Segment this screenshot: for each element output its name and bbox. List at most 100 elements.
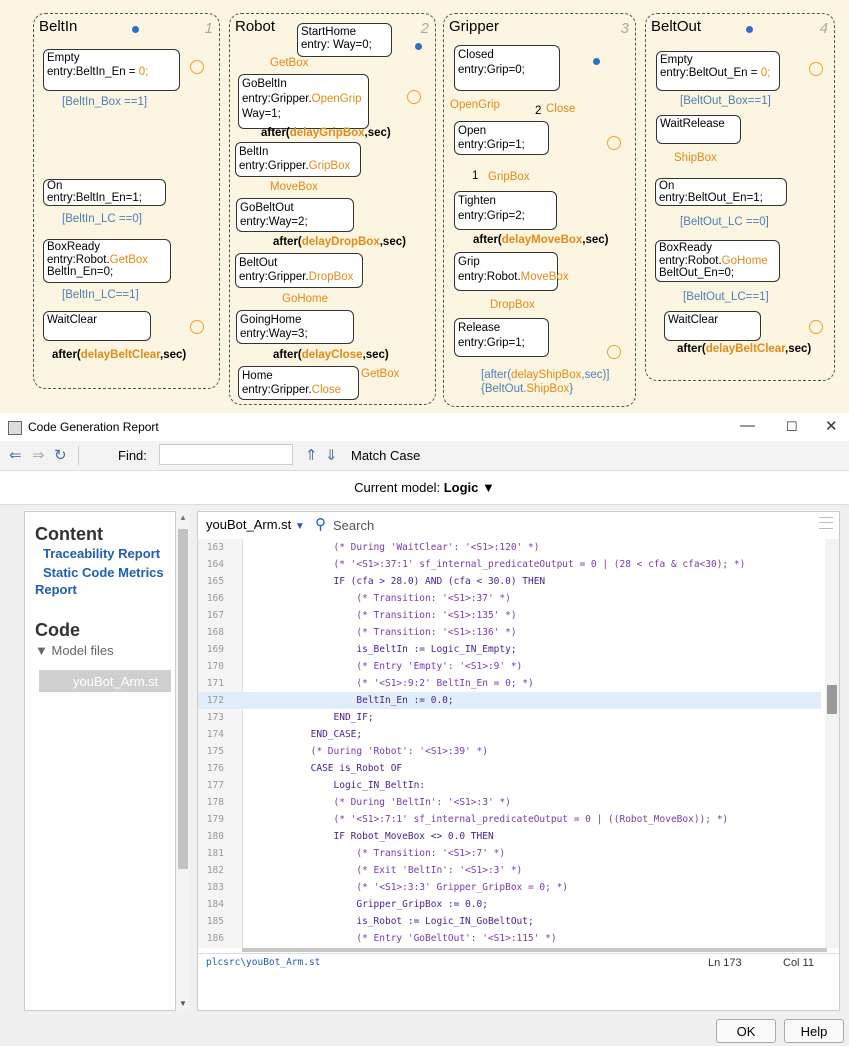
state-on-out[interactable]: On entry:BeltOut_En=1; [655,178,787,206]
code-text: (* During 'BeltIn': '<S1>:3' *) [242,797,511,808]
scroll-up-icon[interactable]: ▲ [179,513,187,522]
state-entry-2: BeltOut_En=0; [659,267,735,279]
after-end: ,sec) [379,236,406,248]
model-files-node[interactable]: ▼ Model files [35,643,114,658]
state-empty-out[interactable]: Empty entry:BeltOut_En = 0; [656,51,780,91]
line-number: 183 [206,882,224,893]
state-gobeltin[interactable]: GoBeltIn entry:Gripper.OpenGrip Way=1; [238,74,369,129]
state-entry: entry:Robot. [659,254,722,267]
after-end: ,sec) [362,349,389,361]
file-selector[interactable]: youBot_Arm.st ▼ [206,517,305,532]
maximize-icon[interactable]: ☐ [786,419,798,435]
state-entry: entry:Grip=0; [458,64,525,76]
find-toolbar: ⇐ ⇒ ↻ Find: ⇑ ⇓ Match Case [0,441,849,471]
state-gobeltout[interactable]: GoBeltOut entry:Way=2; [236,198,354,232]
state-empty[interactable]: Empty entry:BeltIn_En = 0; [43,49,180,91]
back-arrow-icon[interactable]: ⇐ [9,446,22,464]
superstate-title: BeltOut [651,18,702,35]
state-boxready[interactable]: BoxReady entry:Robot.GetBox BeltIn_En=0; [43,239,171,283]
close-icon[interactable]: ✕ [825,417,838,435]
ok-button[interactable]: OK [716,1019,776,1043]
state-beltin[interactable]: BeltIn entry:Gripper.GripBox [235,142,361,177]
sidebar-scrollbar[interactable]: ▲ ▼ [176,511,190,1011]
state-entry: entry:Robot. [47,253,110,266]
file-item-selected[interactable]: youBot_Arm.st [39,670,171,692]
t-after-arg: delayShipBox [511,369,582,381]
menu-icon[interactable] [819,517,833,529]
search-input[interactable]: Search [333,518,374,533]
junction [809,320,823,334]
state-name: Release [458,322,501,334]
state-on[interactable]: On entry:BeltIn_En=1; [43,179,166,206]
code-text: (* Exit 'BeltIn': '<S1>:3' *) [242,865,523,876]
match-case-option[interactable]: Match Case [351,448,420,463]
state-name: BeltOut [239,257,278,269]
transition-priority: 2 [535,105,542,117]
search-icon[interactable]: ⚲ [315,515,326,533]
state-goinghome[interactable]: GoingHome entry:Way=3; [236,310,354,344]
t-action-arg: ShipBox [526,383,570,395]
junction [190,320,204,334]
code-text: (* During 'Robot': '<S1>:39' *) [242,746,488,757]
after-end: ,sec) [364,127,391,139]
line-number: 172 [206,695,224,706]
scroll-thumb[interactable] [178,529,188,869]
state-starthome[interactable]: StartHome entry: Way=0; [297,23,392,57]
help-button[interactable]: Help [784,1019,844,1043]
after-text: after( [273,236,302,248]
find-up-icon[interactable]: ⇑ [305,446,318,464]
state-closed[interactable]: Closed entry:Grip=0; [454,45,560,91]
code-text: Gripper_GripBox := 0.0; [242,899,488,910]
scroll-down-icon[interactable]: ▼ [179,999,187,1008]
forward-arrow-icon[interactable]: ⇒ [32,446,45,464]
stateflow-chart: BeltIn 1 Empty entry:BeltIn_En = 0; [Bel… [0,0,849,413]
state-waitclear-out[interactable]: WaitClear [664,311,761,341]
transition-label: [BeltIn_Box ==1] [62,96,148,108]
code-scroll-thumb[interactable] [827,685,837,714]
state-beltout[interactable]: BeltOut entry:Gripper.DropBox [235,253,363,288]
after-text: after( [273,349,302,361]
state-waitrelease[interactable]: WaitRelease [656,115,741,144]
state-release[interactable]: Release entry:Grip=1; [454,318,549,357]
after-text: after( [261,127,290,139]
app-icon [8,421,22,435]
find-down-icon[interactable]: ⇓ [325,446,338,464]
code-scrollbar[interactable] [825,539,839,948]
code-line: 170 (* Entry 'Empty': '<S1>:9' *) [198,658,821,675]
code-text: END_IF; [242,712,374,723]
minimize-icon[interactable]: — [740,417,755,434]
state-entry-event: Close [311,384,342,396]
state-entry: entry:Gripper. [239,160,309,172]
code-line: 168 (* Transition: '<S1>:136' *) [198,624,821,641]
state-grip[interactable]: Grip entry:Robot.MoveBox [454,252,569,291]
state-home[interactable]: Home entry:Gripper.Close [238,366,359,400]
chevron-down-icon: ▼ [294,521,305,532]
after-text: after( [677,343,706,355]
expand-icon: ▼ [35,643,48,658]
state-tighten[interactable]: Tighten entry:Grip=2; [454,191,557,230]
find-input[interactable] [159,444,293,465]
code-line: 177 Logic_IN_BeltIn: [198,777,821,794]
t-after: [after( [481,369,512,381]
state-boxready-out[interactable]: BoxReady entry:Robot.GoHome BeltOut_En=0… [655,240,780,282]
code-line: 179 (* '<S1>:7:1' sf_internal_predicateO… [198,811,821,828]
line-number: 166 [206,593,224,604]
transition-label: GetBox [270,57,309,69]
state-entry-event: MoveBox [520,271,569,283]
horizontal-scrollbar[interactable] [242,948,827,952]
find-label: Find: [118,448,147,463]
default-transition-dot [593,58,600,65]
traceability-report-link[interactable]: Traceability Report [43,545,160,562]
line-number: 167 [206,610,224,621]
static-code-metrics-link[interactable]: Static Code Metrics Report [35,564,165,598]
toolbar-divider [78,446,79,465]
refresh-icon[interactable]: ↻ [54,446,67,464]
state-name: GoingHome [240,314,302,326]
state-waitclear[interactable]: WaitClear [43,311,151,341]
current-model[interactable]: Current model: Logic ▼ [0,480,849,495]
code-line: 186 (* Entry 'GoBeltOut': '<S1>:115' *) [198,930,821,947]
state-open[interactable]: Open entry:Grip=1; [454,121,549,155]
state-entry: entry:Gripper. [239,271,309,283]
transition-label-release: [after(delayShipBox,sec)] {BeltOut.ShipB… [481,368,610,396]
transition-label: [BeltIn_LC ==0] [62,213,142,225]
